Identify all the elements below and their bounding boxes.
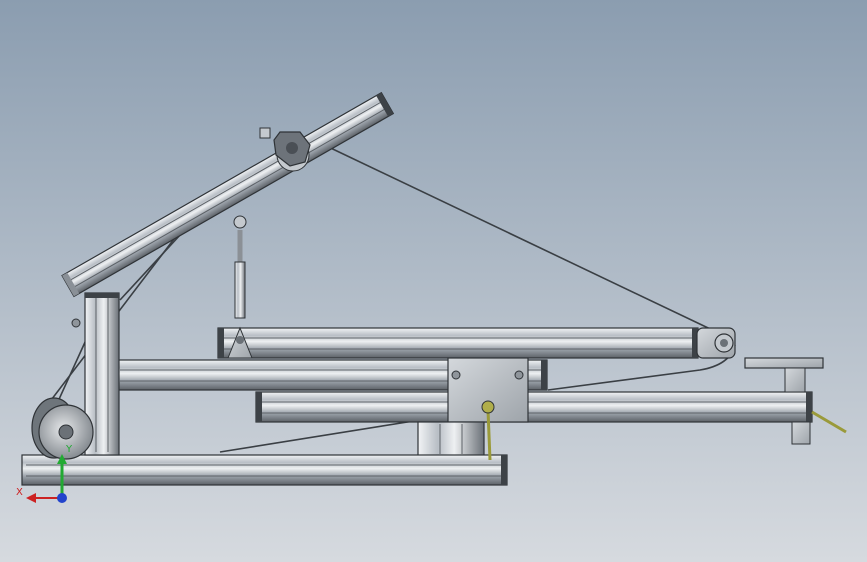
y-axis-label: Y — [65, 444, 73, 455]
cad-viewport[interactable]: X Y — [0, 0, 867, 562]
lower-support — [417, 421, 485, 457]
pulley-bracket — [696, 327, 736, 359]
lower-rail — [255, 391, 813, 423]
base-rail — [21, 454, 508, 486]
z-axis-dot-icon — [57, 493, 67, 503]
upper-rail — [217, 327, 699, 359]
x-axis-label: X — [16, 487, 23, 498]
assembly-drawing: X Y — [0, 0, 867, 562]
